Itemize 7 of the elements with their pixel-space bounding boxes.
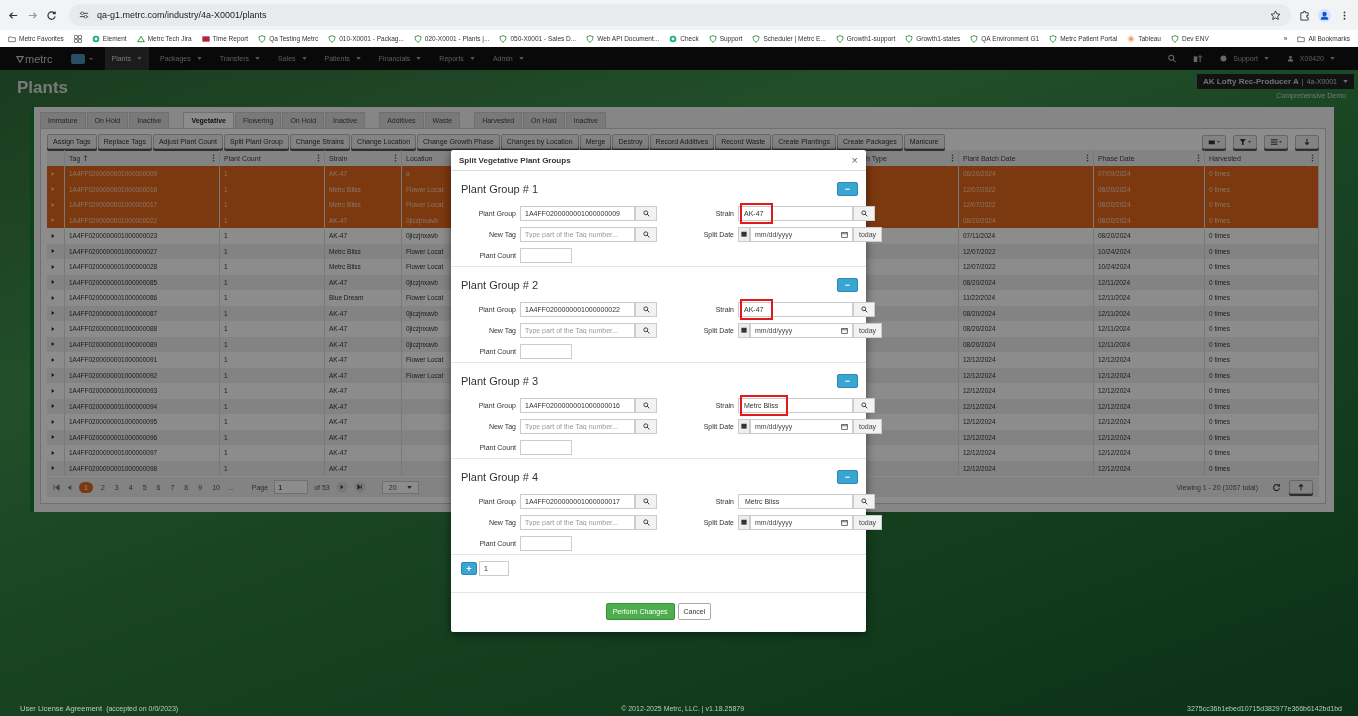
url-text: qa-g1.metrc.com/industry/4a-X0001/plants	[97, 10, 267, 20]
dialog-title: Split Vegetative Plant Groups	[459, 155, 571, 165]
page-title: Plants	[17, 78, 69, 98]
group-heading: Plant Group # 3	[461, 375, 539, 387]
group-heading: Plant Group # 1	[461, 183, 539, 195]
group-heading: Plant Group # 4	[461, 471, 539, 483]
group-heading: Plant Group # 2	[461, 279, 539, 291]
